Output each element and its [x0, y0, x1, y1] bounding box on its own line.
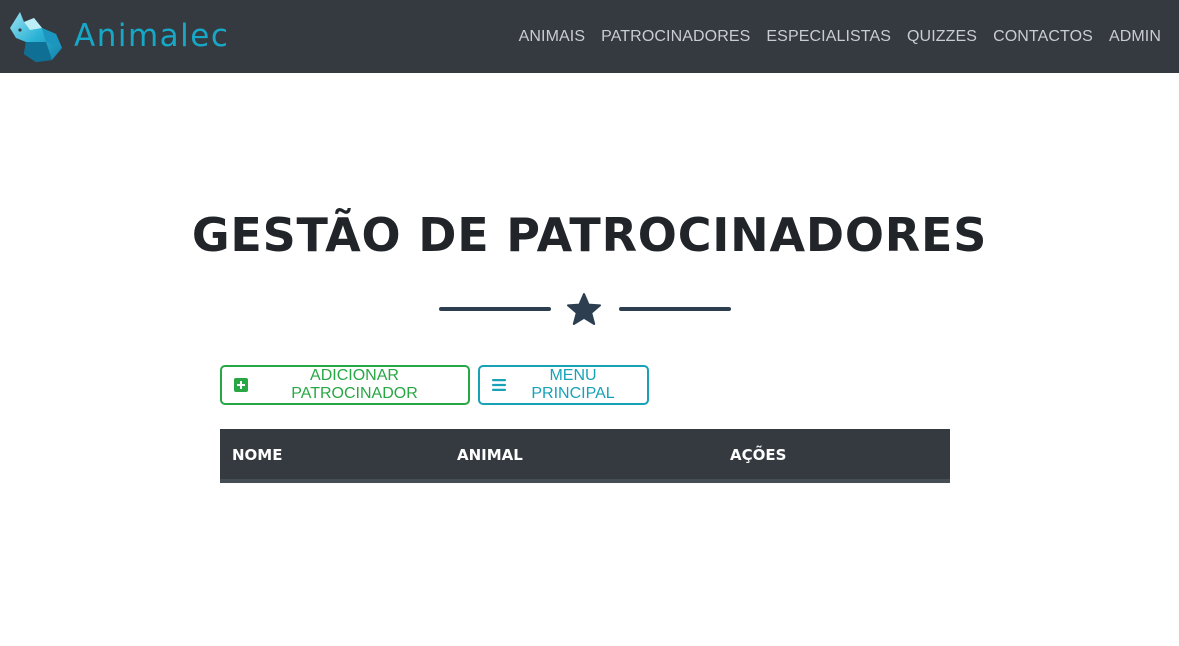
main-menu-button[interactable]: MENU PRINCIPAL [478, 365, 649, 405]
brand-link[interactable]: Animalec [6, 8, 229, 64]
plus-square-icon [234, 378, 248, 392]
add-sponsor-button[interactable]: ADICIONAR PATROCINADOR [220, 365, 470, 405]
column-header-animal: ANIMAL [457, 446, 523, 464]
column-header-nome: NOME [232, 446, 283, 464]
sponsors-table-header: NOME ANIMAL AÇÕES [220, 429, 950, 483]
main-menu-label: MENU PRINCIPAL [531, 367, 615, 402]
bars-icon [492, 379, 506, 391]
add-sponsor-label: ADICIONAR PATROCINADOR [291, 367, 418, 402]
brand-name: Animalec [74, 17, 230, 54]
nav-item-animais[interactable]: ANIMAIS [519, 28, 586, 46]
page-title: GESTÃO DE PATROCINADORES [191, 208, 988, 262]
divider-left-line [439, 307, 551, 311]
nav-links: ANIMAIS PATROCINADORES ESPECIALISTAS QUI… [503, 0, 1161, 73]
nav-item-admin[interactable]: ADMIN [1109, 28, 1161, 46]
navbar: Animalec ANIMAIS PATROCINADORES ESPECIAL… [0, 0, 1179, 73]
nav-item-patrocinadores[interactable]: PATROCINADORES [601, 28, 750, 46]
nav-item-quizzes[interactable]: QUIZZES [907, 28, 977, 46]
star-icon [567, 293, 601, 325]
divider-right-line [619, 307, 731, 311]
nav-item-especialistas[interactable]: ESPECIALISTAS [766, 28, 891, 46]
column-header-acoes: AÇÕES [730, 446, 787, 464]
nav-item-contactos[interactable]: CONTACTOS [993, 28, 1093, 46]
fox-logo-icon [10, 12, 62, 62]
